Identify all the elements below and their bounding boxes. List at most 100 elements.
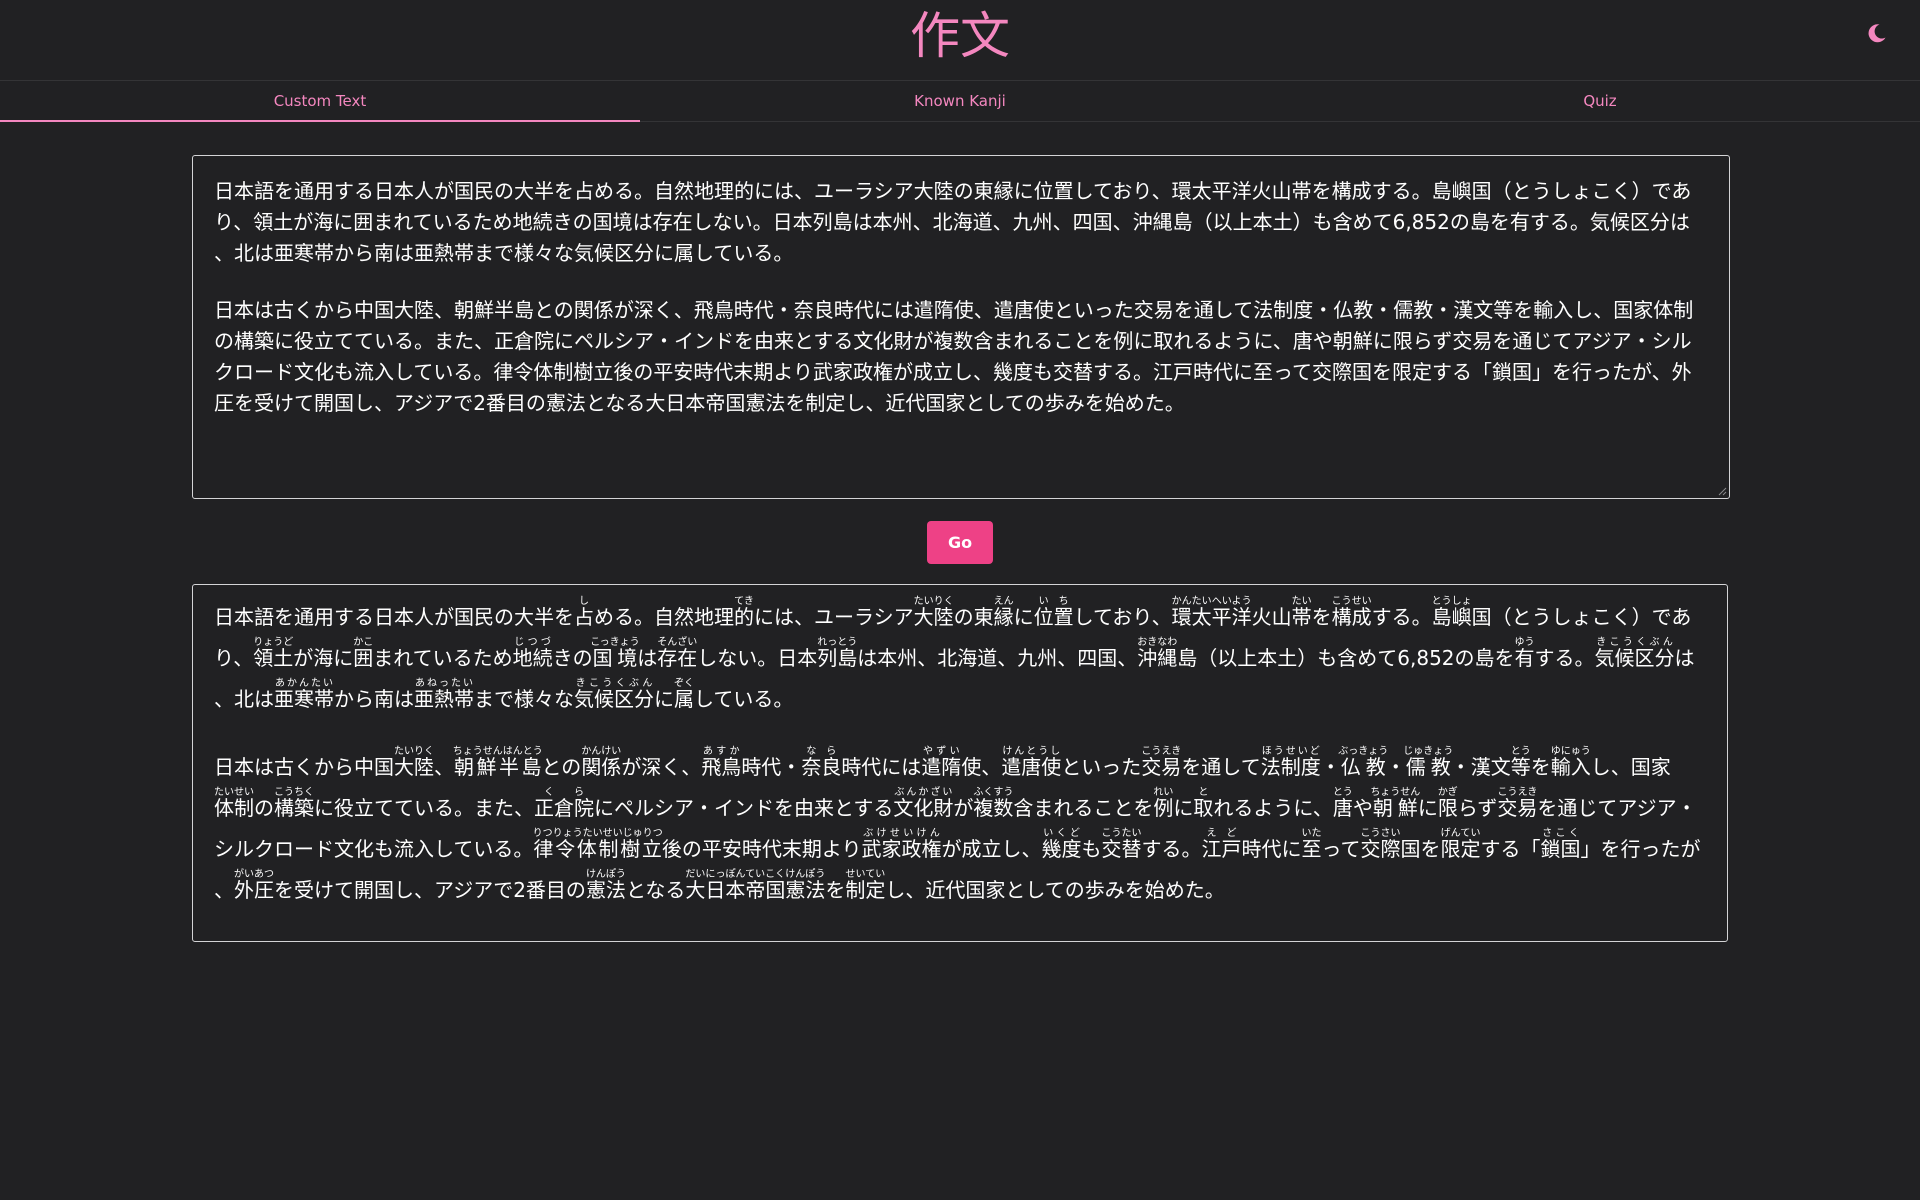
- furigana-word: 飛鳥あすか: [701, 747, 742, 780]
- furigana-word: 仏教ぶっきょう: [1338, 747, 1389, 780]
- kanji-base: 仏教: [1338, 755, 1389, 779]
- kanji-base: 儒教: [1403, 755, 1454, 779]
- kanji-base: 列島: [817, 646, 858, 670]
- furigana-word: 制定せいてい: [845, 870, 886, 903]
- kanji-base: 例: [1153, 796, 1174, 820]
- furigana-word: 例れい: [1153, 788, 1174, 821]
- furigana-word: 幾度いくど: [1042, 829, 1082, 862]
- plain-text: まで様々な: [474, 687, 574, 711]
- custom-text-input[interactable]: 日本語を通用する日本人が国民の大半を占める。自然地理的には、ユーラシア大陸の東縁…: [192, 155, 1730, 499]
- furigana-reading: とうしょ: [1431, 596, 1472, 607]
- moon-icon: [1868, 24, 1886, 43]
- furigana-reading: だいにっぽんていこくけんぽう: [685, 869, 826, 880]
- output-paragraph: 日本は古くから中国大陸たいりく、朝鮮半島ちょうせんはんとうとの関係かんけいが深く…: [214, 746, 1706, 911]
- kanji-base: 環太平洋: [1171, 605, 1252, 629]
- plain-text: し、近代国家としての歩みを始めた。: [885, 878, 1225, 902]
- plain-text: の: [254, 796, 274, 820]
- kanji-base: 取: [1193, 796, 1214, 820]
- furigana-word: 律令体制樹立りつりょうたいせいじゅりつ: [532, 829, 663, 862]
- furigana-reading: ぶけせいけん: [861, 828, 942, 839]
- furigana-word: 朝鮮ちょうせん: [1370, 788, 1420, 821]
- furigana-word: 外圧がいあつ: [234, 870, 274, 903]
- plain-text: から南は: [334, 687, 414, 711]
- kanji-base: 鎖国: [1540, 837, 1581, 861]
- furigana-word: 存在そんざい: [657, 638, 698, 671]
- kanji-base: 大陸: [394, 755, 434, 779]
- kanji-base: 遣隋: [921, 755, 962, 779]
- kanji-base: 交易: [1141, 755, 1182, 779]
- furigana-word: 武家政権ぶけせいけん: [861, 829, 942, 862]
- furigana-reading: さこく: [1540, 828, 1581, 839]
- kanji-base: 囲: [353, 646, 374, 670]
- plain-text: に: [1013, 605, 1034, 629]
- furigana-word: 構築こうちく: [274, 788, 314, 821]
- kanji-base: 等: [1510, 755, 1531, 779]
- kanji-base: 朝鮮半島: [452, 755, 543, 779]
- furigana-word: 的てき: [734, 597, 754, 630]
- plain-text: 後の平安時代末期より: [661, 837, 862, 861]
- kanji-base: 帯: [1291, 605, 1312, 629]
- kanji-base: 武家政権: [861, 837, 942, 861]
- furigana-reading: し: [574, 596, 594, 607]
- kanji-base: 沖縄: [1137, 646, 1178, 670]
- plain-text: 含まれることを: [1013, 796, 1154, 820]
- kanji-base: 飛鳥: [701, 755, 742, 779]
- plain-text: しており、: [1073, 605, 1172, 629]
- furigana-reading: こうせい: [1331, 596, 1372, 607]
- app-header: 作文: [0, 0, 1920, 81]
- furigana-word: 大陸たいりく: [394, 747, 434, 780]
- furigana-reading: げんてい: [1440, 828, 1481, 839]
- plain-text: する「: [1480, 837, 1541, 861]
- kanji-base: 属: [674, 687, 694, 711]
- furigana-word: 亜寒帯あかんたい: [274, 679, 334, 712]
- theme-toggle-button[interactable]: [1862, 18, 1892, 48]
- resize-handle-icon[interactable]: [1717, 486, 1727, 496]
- kanji-base: 国境: [590, 646, 640, 670]
- kanji-base: 複数: [973, 796, 1014, 820]
- furigana-word: 関係かんけい: [581, 747, 622, 780]
- kanji-base: 有: [1514, 646, 1535, 670]
- furigana-reading: きこうくぶん: [1594, 637, 1675, 648]
- furigana-reading: ちょうせん: [1370, 787, 1421, 798]
- furigana-reading: ぶっきょう: [1338, 746, 1389, 757]
- go-button[interactable]: Go: [927, 521, 993, 564]
- furigana-reading: たい: [1291, 596, 1312, 607]
- kanji-base: 法制度: [1260, 755, 1321, 779]
- kanji-base: 交易: [1497, 796, 1538, 820]
- kanji-base: 律令体制樹立: [532, 837, 663, 861]
- furigana-reading: と: [1193, 787, 1214, 798]
- tab-custom-text[interactable]: Custom Text: [0, 81, 640, 122]
- plain-text: している。: [694, 687, 794, 711]
- furigana-word: 属ぞく: [674, 679, 694, 712]
- furigana-word: 大日本帝国憲法だいにっぽんていこくけんぽう: [685, 870, 825, 903]
- furigana-reading: じつづ: [512, 637, 553, 648]
- kanji-base: 気候区分: [1594, 646, 1675, 670]
- furigana-reading: ゆう: [1514, 637, 1535, 648]
- kanji-base: 制定: [845, 878, 886, 902]
- furigana-word: 占し: [574, 597, 594, 630]
- furigana-reading: こうたい: [1101, 828, 1142, 839]
- plain-text: まれているため: [373, 646, 513, 670]
- furigana-word: 法制度ほうせいど: [1260, 747, 1321, 780]
- plain-text: を: [1530, 755, 1551, 779]
- tab-quiz[interactable]: Quiz: [1280, 81, 1920, 121]
- tab-known-kanji[interactable]: Known Kanji: [640, 81, 1280, 121]
- kanji-base: 体制: [214, 796, 254, 820]
- furigana-reading: いた: [1301, 828, 1322, 839]
- plain-text: を: [825, 878, 846, 902]
- furigana-reading: こっきょう: [590, 637, 640, 648]
- kanji-base: 関係: [581, 755, 622, 779]
- furigana-word: 等とう: [1510, 747, 1531, 780]
- plain-text: にペルシア・インドを由来とする: [594, 796, 894, 820]
- plain-text: って: [1321, 837, 1361, 861]
- kanji-base: 縁: [993, 605, 1014, 629]
- plain-text: が: [953, 796, 974, 820]
- furigana-word: 鎖国さこく: [1540, 829, 1581, 862]
- furigana-reading: せいてい: [845, 869, 886, 880]
- kanji-base: 存在: [657, 646, 698, 670]
- plain-text: も: [1081, 837, 1102, 861]
- furigana-reading: れっとう: [817, 637, 858, 648]
- kanji-base: 交替: [1101, 837, 1142, 861]
- furigana-word: 正倉院くら: [534, 788, 594, 821]
- kanji-base: 交際: [1360, 837, 1401, 861]
